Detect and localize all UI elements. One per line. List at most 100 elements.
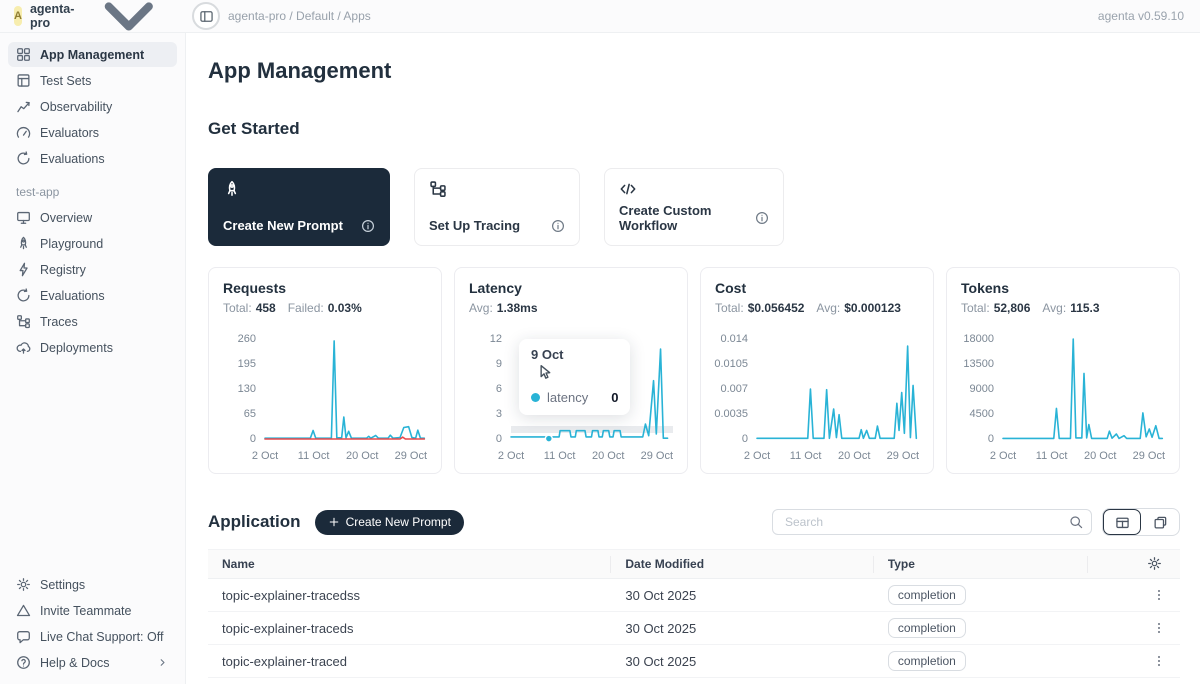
table-body: topic-explainer-tracedss30 Oct 2025compl… xyxy=(208,579,1180,684)
chart-x-axis: 2 Oct11 Oct20 Oct29 Oct xyxy=(511,450,673,465)
sidebar-toggle-button[interactable] xyxy=(192,2,220,30)
gear-icon[interactable] xyxy=(1147,556,1162,571)
column-header-type[interactable]: Type xyxy=(874,556,1088,573)
info-icon[interactable] xyxy=(755,211,769,225)
sidebar-item-evaluations[interactable]: Evaluations xyxy=(8,283,177,308)
card-view-button[interactable] xyxy=(1141,509,1179,535)
sidebar-item-overview[interactable]: Overview xyxy=(8,205,177,230)
y-axis-tick: 0 xyxy=(250,433,256,445)
chart-line-icon xyxy=(16,99,31,114)
grid-icon xyxy=(16,47,31,62)
sidebar-footer-items: Settings Invite Teammate Live Chat Support… xyxy=(0,571,185,676)
sidebar-item-label: Test Sets xyxy=(40,74,91,88)
sidebar-item-help-docs[interactable]: Help & Docs xyxy=(8,650,177,675)
table-row[interactable]: topic-explainer-traceds30 Oct 2025comple… xyxy=(208,612,1180,645)
get-started-card-label: Set Up Tracing xyxy=(429,218,520,233)
stat-metric: Avg:$0.000123 xyxy=(816,301,901,315)
x-axis-tick: 2 Oct xyxy=(252,450,278,462)
column-header-name[interactable]: Name xyxy=(208,556,611,573)
stat-card-title: Latency xyxy=(469,280,673,296)
get-started-cards: Create New Prompt Set Up Tracing Create Cu… xyxy=(208,168,1180,246)
x-axis-tick: 11 Oct xyxy=(298,450,330,462)
sidebar-item-label: Registry xyxy=(40,263,86,277)
search-box xyxy=(772,509,1092,535)
tree-icon xyxy=(429,180,447,198)
tooltip-series-row: latency 0 xyxy=(531,390,618,405)
sidebar-item-traces[interactable]: Traces xyxy=(8,309,177,334)
sidebar-item-label: App Management xyxy=(40,48,144,62)
cloud-up-icon xyxy=(16,340,31,355)
create-new-prompt-label: Create New Prompt xyxy=(346,515,451,529)
x-axis-tick: 29 Oct xyxy=(887,450,919,462)
panel-left-icon xyxy=(199,9,214,24)
y-axis-tick: 9000 xyxy=(970,383,994,395)
get-started-card-label: Create New Prompt xyxy=(223,218,343,233)
get-started-card-create-new-prompt[interactable]: Create New Prompt xyxy=(208,168,390,246)
y-axis-tick: 0.0105 xyxy=(714,358,748,370)
sidebar-item-evaluators[interactable]: Evaluators xyxy=(8,120,177,145)
sidebar-item-evaluations[interactable]: Evaluations xyxy=(8,146,177,171)
row-menu-icon[interactable] xyxy=(1152,654,1166,668)
column-header-date-modified[interactable]: Date Modified xyxy=(611,556,873,573)
sidebar-item-settings[interactable]: Settings xyxy=(8,572,177,597)
y-axis-tick: 4500 xyxy=(970,408,994,420)
chart-x-axis: 2 Oct11 Oct20 Oct29 Oct xyxy=(757,450,919,465)
sidebar-item-deployments[interactable]: Deployments xyxy=(8,335,177,360)
tooltip-series-value: 0 xyxy=(595,390,618,405)
stat-cards-row: RequestsTotal:458Failed:0.03%06513019526… xyxy=(208,267,1180,474)
help-icon xyxy=(16,655,31,670)
type-badge: completion xyxy=(888,585,966,605)
chart-x-axis: 2 Oct11 Oct20 Oct29 Oct xyxy=(265,450,427,465)
sidebar-item-invite-teammate[interactable]: Invite Teammate xyxy=(8,598,177,623)
x-axis-tick: 29 Oct xyxy=(395,450,427,462)
sidebar-item-app-management[interactable]: App Management xyxy=(8,42,177,67)
rocket-icon xyxy=(223,180,241,198)
y-axis-tick: 3 xyxy=(496,408,502,420)
table-row[interactable]: topic-explainer-tracedss30 Oct 2025compl… xyxy=(208,579,1180,612)
sidebar-item-label: Invite Teammate xyxy=(40,604,131,618)
info-icon[interactable] xyxy=(551,219,565,233)
application-title: Application xyxy=(208,512,301,532)
sidebar-item-playground[interactable]: Playground xyxy=(8,231,177,256)
tree-icon xyxy=(16,314,31,329)
type-badge: completion xyxy=(888,651,966,671)
get-started-card-set-up-tracing[interactable]: Set Up Tracing xyxy=(414,168,580,246)
stat-metric: Total:52,806 xyxy=(961,301,1030,315)
y-axis-tick: 0.014 xyxy=(720,333,748,345)
bolt-icon xyxy=(16,262,31,277)
table-view-icon xyxy=(1115,515,1130,530)
x-axis-tick: 2 Oct xyxy=(744,450,770,462)
chevron-right-icon xyxy=(156,656,169,669)
x-axis-tick: 11 Oct xyxy=(1036,450,1068,462)
sidebar-item-label: Observability xyxy=(40,100,112,114)
get-started-title: Get Started xyxy=(208,119,1180,139)
create-new-prompt-button[interactable]: Create New Prompt xyxy=(315,510,464,535)
y-axis-tick: 0.007 xyxy=(720,383,748,395)
row-actions-cell xyxy=(1088,654,1180,668)
sidebar-item-label: Evaluations xyxy=(40,289,105,303)
table-view-button[interactable] xyxy=(1103,509,1141,535)
chart-plot xyxy=(265,327,427,445)
app-name-cell: topic-explainer-tracedss xyxy=(208,588,611,603)
row-actions-cell xyxy=(1088,588,1180,602)
sidebar-item-label: Settings xyxy=(40,578,85,592)
sidebar: App Management Test Sets Observability Eval… xyxy=(0,33,186,684)
table-row[interactable]: topic-explainer-traced30 Oct 2025complet… xyxy=(208,645,1180,678)
y-axis-tick: 6 xyxy=(496,383,502,395)
get-started-card-create-custom-workflow[interactable]: Create Custom Workflow xyxy=(604,168,784,246)
table-row[interactable]: career-assessment27 Oct 2025completion xyxy=(208,678,1180,684)
x-axis-tick: 2 Oct xyxy=(990,450,1016,462)
stat-card-title: Tokens xyxy=(961,280,1165,296)
search-icon[interactable] xyxy=(1069,515,1083,529)
row-menu-icon[interactable] xyxy=(1152,588,1166,602)
sidebar-main-items: App Management Test Sets Observability Eval… xyxy=(0,41,185,172)
sidebar-item-observability[interactable]: Observability xyxy=(8,94,177,119)
sidebar-item-live-chat-support-off[interactable]: Live Chat Support: Off xyxy=(8,624,177,649)
info-icon[interactable] xyxy=(361,219,375,233)
search-input[interactable] xyxy=(783,514,1069,530)
y-axis-tick: 12 xyxy=(490,333,502,345)
sidebar-item-registry[interactable]: Registry xyxy=(8,257,177,282)
sidebar-item-test-sets[interactable]: Test Sets xyxy=(8,68,177,93)
tooltip-series-name: latency xyxy=(547,390,588,405)
row-menu-icon[interactable] xyxy=(1152,621,1166,635)
